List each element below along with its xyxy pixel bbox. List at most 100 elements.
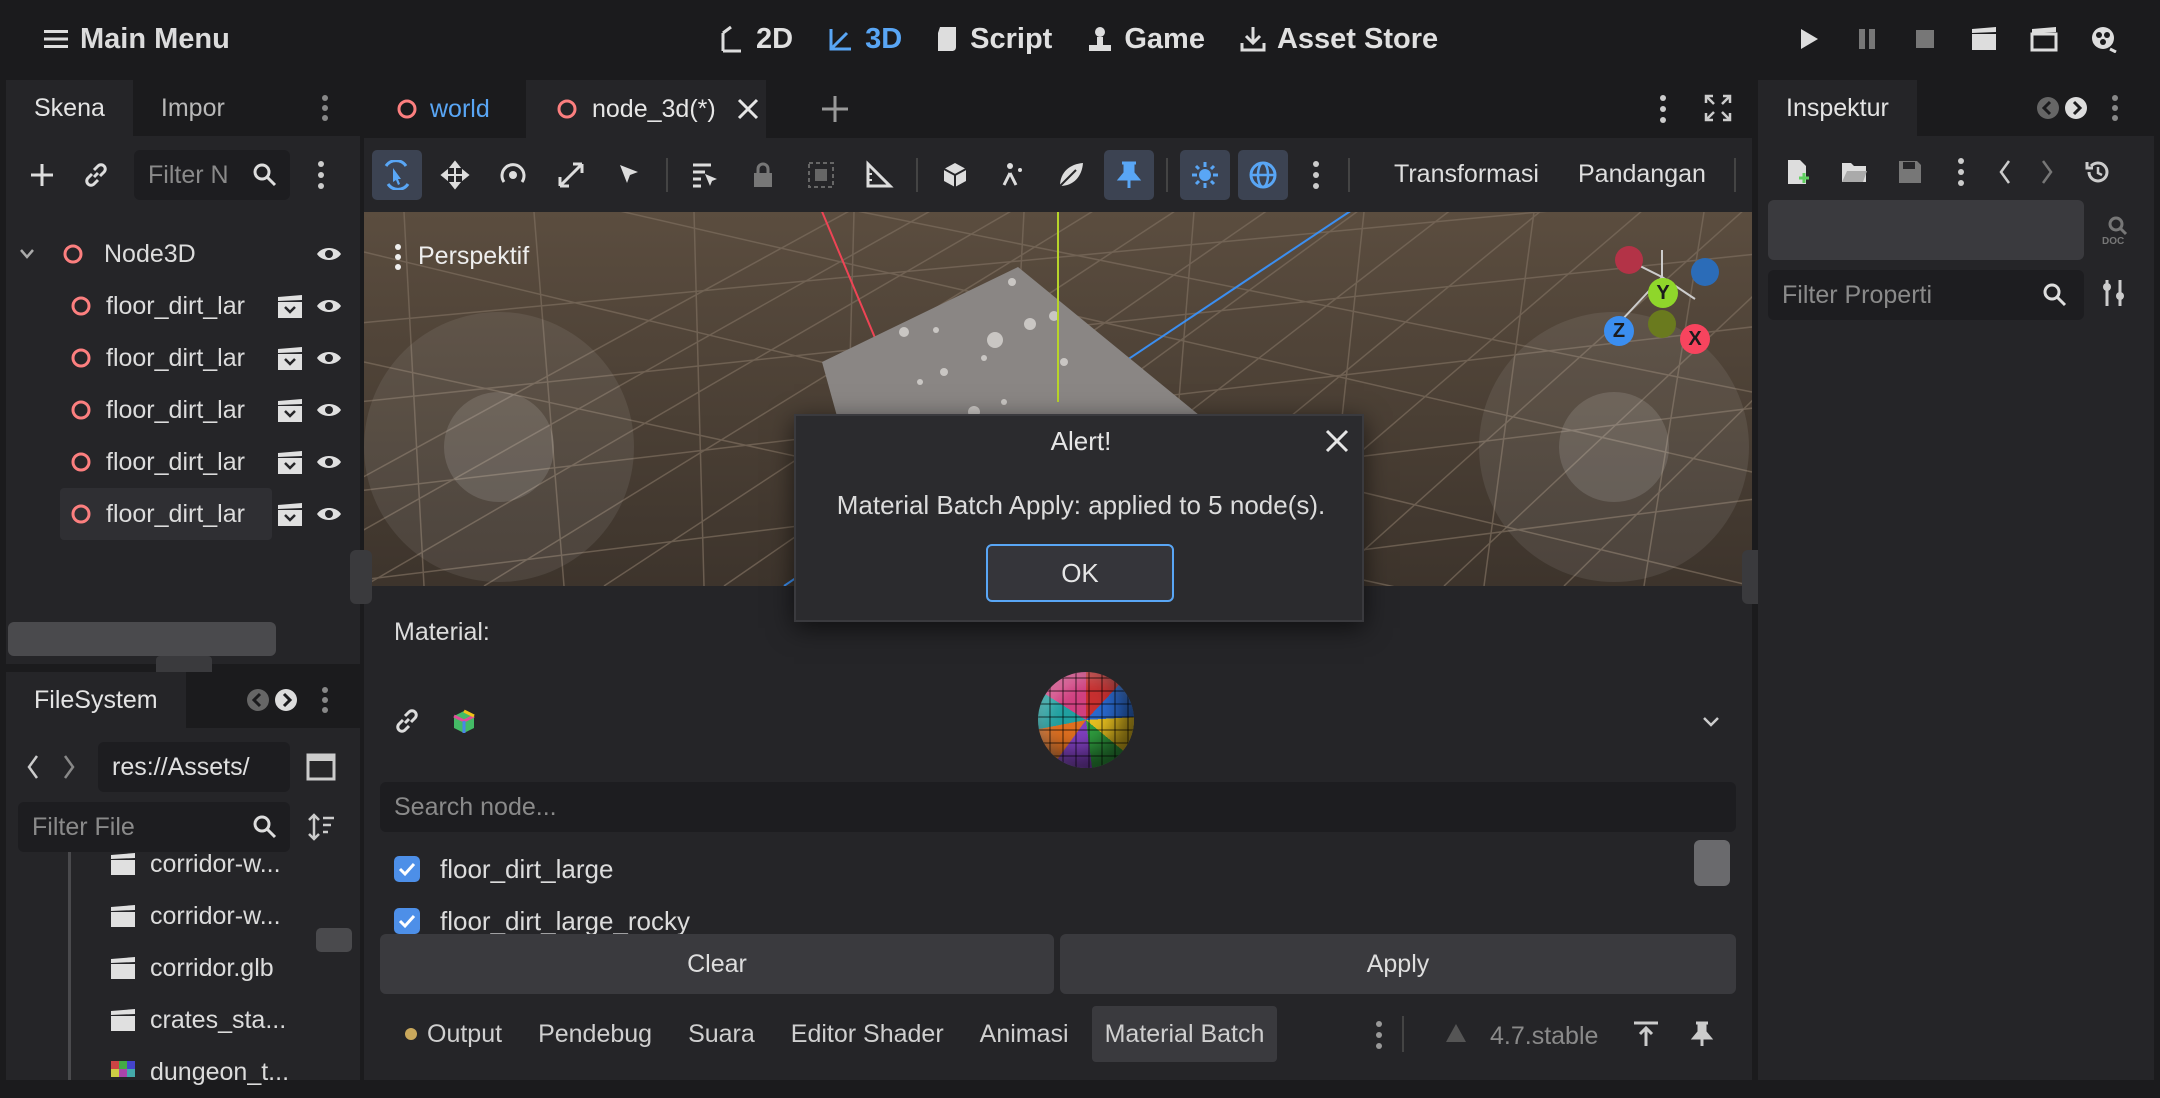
snap-icon[interactable]: [988, 150, 1038, 200]
clear-button[interactable]: Clear: [380, 934, 1054, 994]
visibility-eye-icon[interactable]: [316, 452, 342, 472]
open-scene-icon[interactable]: [276, 294, 304, 320]
checkbox-checked-icon[interactable]: [394, 908, 420, 934]
open-scene-icon[interactable]: [276, 398, 304, 424]
save-icon[interactable]: [1888, 150, 1932, 194]
tree-row-child[interactable]: floor_dirt_lar: [60, 436, 272, 488]
tab-material-batch[interactable]: Material Batch: [1091, 1006, 1278, 1062]
split-view-icon[interactable]: [306, 752, 336, 782]
tab-scene[interactable]: Skena: [6, 80, 133, 136]
movie-maker-icon[interactable]: [2090, 25, 2118, 53]
open-scene-icon[interactable]: [276, 450, 304, 476]
filesystem-scrollbar[interactable]: [316, 928, 352, 952]
tab-asset-store[interactable]: Asset Store: [1239, 0, 1438, 78]
pin-icon[interactable]: [1104, 150, 1154, 200]
move-mode-icon[interactable]: [430, 150, 480, 200]
tree-row-child[interactable]: floor_dirt_lar: [60, 280, 272, 332]
pause-icon[interactable]: [1854, 26, 1880, 52]
tab-inspector[interactable]: Inspektur: [1758, 80, 1917, 136]
visibility-eye-icon[interactable]: [316, 504, 342, 524]
view-menu[interactable]: Pandangan: [1578, 160, 1706, 189]
instance-link-icon[interactable]: [74, 153, 118, 197]
main-menu-button[interactable]: Main Menu: [44, 0, 230, 78]
tab-import[interactable]: Impor: [133, 80, 253, 136]
history-back-icon[interactable]: [1990, 150, 2020, 194]
expand-panel-icon[interactable]: [1632, 1020, 1660, 1048]
material-dropdown-chevron-icon[interactable]: [1702, 716, 1720, 728]
scale-mode-icon[interactable]: [546, 150, 596, 200]
scene-tab-node3d[interactable]: node_3d(*): [526, 80, 766, 138]
local-space-icon[interactable]: [930, 150, 980, 200]
add-tab-icon[interactable]: [820, 94, 850, 124]
gizmo-z-axis[interactable]: Z: [1604, 316, 1634, 346]
file-row[interactable]: corridor-w...: [110, 838, 310, 890]
list-select-icon[interactable]: [680, 150, 730, 200]
open-scene-icon[interactable]: [276, 502, 304, 528]
visibility-eye-icon[interactable]: [316, 400, 342, 420]
environment-preview-icon[interactable]: [1238, 150, 1288, 200]
pointer-mode-icon[interactable]: [604, 150, 654, 200]
tab-game[interactable]: Game: [1086, 0, 1205, 78]
tree-row-child[interactable]: floor_dirt_lar: [60, 384, 272, 436]
scene-filter-input[interactable]: Filter N: [134, 150, 290, 200]
group-icon[interactable]: [796, 150, 846, 200]
file-row[interactable]: corridor.glb: [110, 942, 310, 994]
stop-icon[interactable]: [1912, 26, 1938, 52]
tab-3d[interactable]: 3D: [827, 0, 902, 78]
tab-audio[interactable]: Suara: [675, 1006, 768, 1062]
add-node-icon[interactable]: [20, 153, 64, 197]
dock-menu-icon[interactable]: [320, 94, 330, 122]
new-resource-icon[interactable]: [1776, 150, 1820, 194]
visibility-eye-icon[interactable]: [316, 348, 342, 368]
sort-icon[interactable]: [306, 812, 336, 842]
object-path-field[interactable]: [1768, 200, 2084, 260]
object-history-icon[interactable]: [2076, 150, 2120, 194]
back-chevron-icon[interactable]: [26, 754, 40, 780]
tab-filesystem[interactable]: FileSystem: [6, 672, 186, 728]
ruler-icon[interactable]: [854, 150, 904, 200]
tab-debugger[interactable]: Pendebug: [525, 1006, 665, 1062]
tab-2d[interactable]: 2D: [718, 0, 793, 78]
visibility-eye-icon[interactable]: [316, 244, 342, 264]
play-custom-scene-icon[interactable]: [2030, 26, 2058, 52]
left-splitter-handle[interactable]: [350, 550, 372, 604]
node-list-scrollbar[interactable]: [1694, 840, 1730, 886]
scene-tab-world[interactable]: world: [364, 80, 522, 138]
tools-icon[interactable]: [2100, 278, 2128, 308]
rotate-mode-icon[interactable]: [488, 150, 538, 200]
sun-preview-icon[interactable]: [1180, 150, 1230, 200]
preview-menu-icon[interactable]: [1296, 150, 1336, 200]
file-row[interactable]: crates_sta...: [110, 994, 310, 1046]
tree-row-child[interactable]: floor_dirt_lar: [60, 332, 272, 384]
dock-left-arrow-icon[interactable]: [2036, 96, 2060, 120]
inspector-dock-menu-icon[interactable]: [2110, 94, 2120, 122]
dock-right-arrow-icon[interactable]: [274, 688, 298, 712]
doc-search-icon[interactable]: DOC: [2100, 214, 2132, 246]
play-scene-icon[interactable]: [1970, 26, 1998, 52]
forward-chevron-icon[interactable]: [62, 754, 76, 780]
file-row[interactable]: dungeon_t...: [110, 1046, 310, 1098]
path-field[interactable]: res://Assets/: [98, 742, 290, 792]
material-resource-icon[interactable]: [450, 708, 478, 736]
material-preview-sphere[interactable]: [1038, 672, 1134, 768]
collapse-arrow-icon[interactable]: [14, 248, 40, 260]
tab-animation[interactable]: Animasi: [967, 1006, 1082, 1062]
scene-tree-hscrollbar[interactable]: [8, 622, 276, 656]
material-link-icon[interactable]: [394, 708, 420, 734]
filesystem-menu-icon[interactable]: [320, 686, 330, 714]
visibility-eye-icon[interactable]: [316, 296, 342, 316]
tab-shader-editor[interactable]: Editor Shader: [778, 1006, 957, 1062]
bottom-panel-menu-icon[interactable]: [1374, 1020, 1384, 1050]
perspective-menu[interactable]: Perspektif: [394, 242, 529, 271]
close-tab-icon[interactable]: [736, 97, 760, 121]
play-icon[interactable]: [1796, 26, 1822, 52]
gizmo-y-axis[interactable]: Y: [1648, 278, 1678, 308]
gizmo-x-axis[interactable]: X: [1680, 324, 1710, 354]
lock-icon[interactable]: [738, 150, 788, 200]
open-folder-icon[interactable]: [1832, 150, 1876, 194]
transform-menu[interactable]: Transformasi: [1394, 160, 1539, 189]
search-node-input[interactable]: Search node...: [380, 782, 1736, 832]
history-forward-icon[interactable]: [2032, 150, 2062, 194]
property-filter-input[interactable]: Filter Properti: [1768, 270, 2084, 320]
distraction-free-icon[interactable]: [1704, 94, 1732, 122]
